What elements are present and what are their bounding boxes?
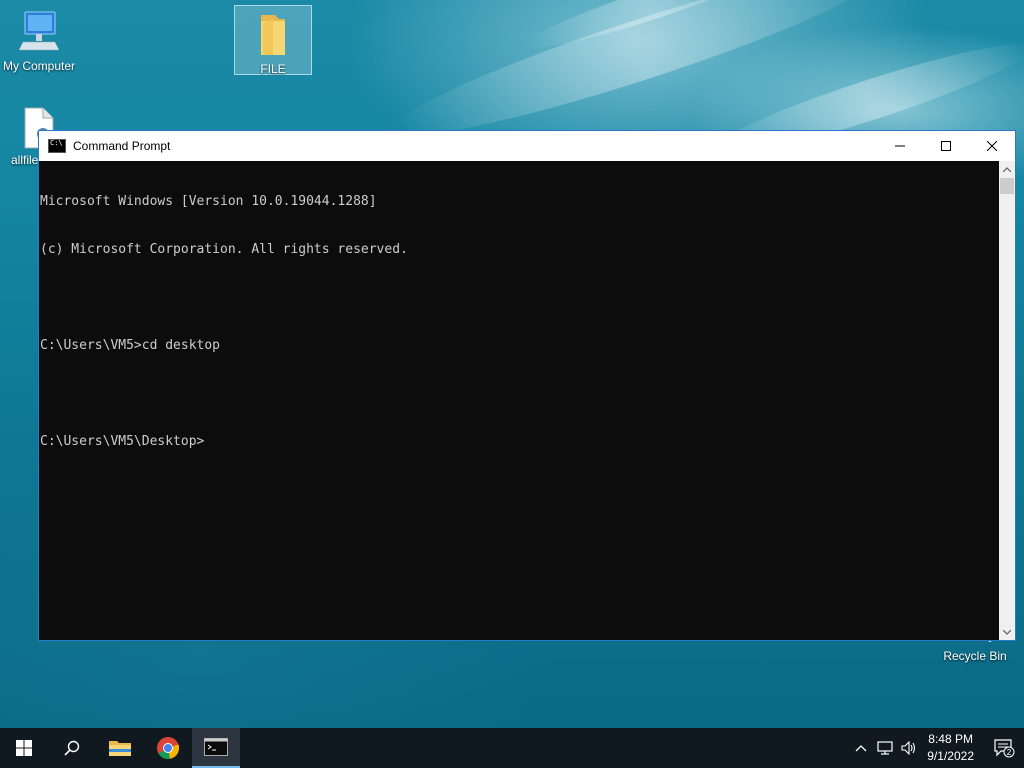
search-button[interactable]: [48, 728, 96, 768]
scroll-up-button[interactable]: [999, 161, 1015, 177]
network-icon: [877, 741, 893, 755]
console-line: (c) Microsoft Corporation. All rights re…: [40, 242, 408, 257]
notification-icon: 2: [994, 739, 1015, 758]
desktop-icon-label: FILE: [260, 62, 286, 76]
terminal-icon: [204, 738, 228, 756]
chrome-button[interactable]: [144, 728, 192, 768]
system-tray: 8:48 PM 9/1/2022 2: [849, 728, 1024, 768]
vertical-scrollbar[interactable]: [999, 161, 1015, 640]
minimize-button[interactable]: [877, 131, 923, 161]
file-explorer-button[interactable]: [96, 728, 144, 768]
maximize-icon: [941, 141, 951, 151]
console-output[interactable]: Microsoft Windows [Version 10.0.19044.12…: [39, 161, 1000, 640]
clock[interactable]: 8:48 PM 9/1/2022: [927, 731, 974, 765]
windows-logo-icon: [16, 740, 32, 756]
console-line: C:\Users\VM5>cd desktop: [40, 338, 221, 353]
command-prompt-taskbar-button[interactable]: [192, 728, 240, 768]
desktop-icon-my-computer[interactable]: My Computer: [1, 8, 77, 73]
scrollbar-thumb[interactable]: [1000, 178, 1014, 194]
folder-icon: [109, 741, 131, 756]
notifications-button[interactable]: 2: [984, 728, 1024, 768]
desktop-icon-label: Recycle Bin: [943, 649, 1007, 663]
desktop-icon-file-folder[interactable]: FILE: [234, 5, 312, 76]
show-hidden-icons-button[interactable]: [849, 744, 873, 752]
chevron-up-icon: [855, 745, 867, 752]
clock-date: 9/1/2022: [927, 749, 974, 763]
maximize-button[interactable]: [923, 131, 969, 161]
search-icon: [64, 740, 80, 756]
computer-icon: [18, 11, 60, 51]
close-icon: [987, 141, 997, 151]
chevron-down-icon: [1003, 629, 1011, 635]
folder-icon: [261, 15, 285, 55]
console-prompt-line[interactable]: C:\Users\VM5\Desktop>: [40, 434, 1000, 450]
volume-button[interactable]: [897, 741, 921, 755]
minimize-icon: [895, 145, 905, 147]
start-button[interactable]: [0, 728, 48, 768]
command-prompt-window[interactable]: Command Prompt Microsoft Windows [Versio…: [38, 130, 1016, 641]
scroll-down-button[interactable]: [999, 624, 1015, 640]
clock-time: 8:48 PM: [928, 732, 973, 746]
command-prompt-icon: [48, 139, 66, 153]
chrome-icon: [157, 737, 180, 759]
title-bar[interactable]: Command Prompt: [39, 131, 1015, 161]
network-button[interactable]: [873, 741, 897, 755]
notification-count: 2: [1007, 748, 1012, 757]
speaker-icon: [901, 741, 916, 755]
taskbar: 8:48 PM 9/1/2022 2: [0, 728, 1024, 768]
window-title: Command Prompt: [73, 139, 171, 153]
close-button[interactable]: [969, 131, 1015, 161]
console-line: Microsoft Windows [Version 10.0.19044.12…: [40, 194, 377, 209]
chevron-up-icon: [1003, 166, 1011, 172]
desktop-icon-label: My Computer: [2, 59, 76, 73]
